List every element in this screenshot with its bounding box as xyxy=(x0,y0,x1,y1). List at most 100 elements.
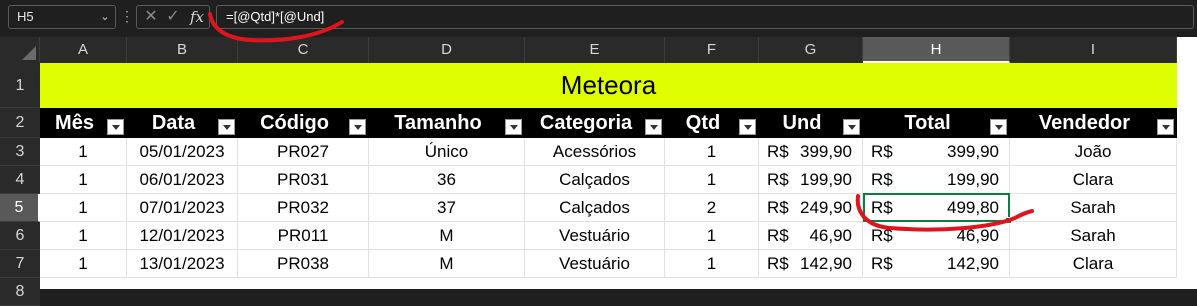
column-header-b[interactable]: B xyxy=(127,37,238,63)
cell-qtd[interactable]: 1 xyxy=(665,138,759,166)
cell-qtd[interactable]: 1 xyxy=(665,166,759,194)
cell-total[interactable]: R$ 399,90 xyxy=(863,138,1010,166)
filter-dropdown-button[interactable] xyxy=(218,119,235,135)
cell-und[interactable]: R$ 142,90 xyxy=(759,250,863,278)
cell-categoria[interactable]: Calçados xyxy=(525,194,665,222)
cell-total[interactable]: R$ 46,90 xyxy=(863,222,1010,250)
fill-handle[interactable] xyxy=(1005,217,1012,224)
cell-mes[interactable]: 1 xyxy=(40,138,127,166)
column-header-e[interactable]: E xyxy=(525,37,665,63)
currency-symbol: R$ xyxy=(767,142,789,161)
cell-data[interactable]: 07/01/2023 xyxy=(127,194,238,222)
column-header-i[interactable]: I xyxy=(1010,37,1177,63)
filter-dropdown-button[interactable] xyxy=(349,119,366,135)
amount-value: 199,90 xyxy=(800,170,852,189)
currency-symbol: R$ xyxy=(767,254,789,273)
cell-tamanho[interactable]: M xyxy=(369,250,525,278)
cell-vendedor[interactable]: Sarah xyxy=(1010,194,1177,222)
amount-value: 249,90 xyxy=(800,198,852,217)
cell-tamanho[interactable]: Único xyxy=(369,138,525,166)
currency-symbol: R$ xyxy=(767,170,789,189)
cell-codigo[interactable]: PR032 xyxy=(238,194,369,222)
filter-dropdown-button[interactable] xyxy=(107,119,124,135)
table-header-cell[interactable]: Categoria xyxy=(525,108,665,138)
amount-value: 142,90 xyxy=(947,254,999,273)
chevron-down-icon[interactable]: ⌄ xyxy=(96,5,114,29)
amount-value: 399,90 xyxy=(947,142,999,161)
cell-qtd[interactable]: 1 xyxy=(665,222,759,250)
row-header-7[interactable]: 7 xyxy=(0,250,40,278)
column-header-d[interactable]: D xyxy=(369,37,525,63)
currency-symbol: R$ xyxy=(767,198,789,217)
cell-und[interactable]: R$ 199,90 xyxy=(759,166,863,194)
amount-value: 46,90 xyxy=(809,226,852,245)
table-header-cell[interactable]: Tamanho xyxy=(369,108,525,138)
cell-tamanho[interactable]: 36 xyxy=(369,166,525,194)
cell-vendedor[interactable]: Clara xyxy=(1010,166,1177,194)
row-header-6[interactable]: 6 xyxy=(0,222,40,250)
cell-mes[interactable]: 1 xyxy=(40,222,127,250)
insert-function-icon[interactable]: fx xyxy=(186,5,208,29)
currency-symbol: R$ xyxy=(871,254,893,273)
amount-value: 399,90 xyxy=(800,142,852,161)
currency-symbol: R$ xyxy=(871,142,893,161)
select-all-icon xyxy=(22,46,36,60)
cell-tamanho[interactable]: M xyxy=(369,222,525,250)
cell-data[interactable]: 13/01/2023 xyxy=(127,250,238,278)
filter-dropdown-button[interactable] xyxy=(990,119,1007,135)
cell-codigo[interactable]: PR038 xyxy=(238,250,369,278)
cell-und[interactable]: R$ 399,90 xyxy=(759,138,863,166)
currency-symbol: R$ xyxy=(871,226,893,245)
cell-categoria[interactable]: Acessórios xyxy=(525,138,665,166)
cell-vendedor[interactable]: Clara xyxy=(1010,250,1177,278)
cell-und[interactable]: R$ 46,90 xyxy=(759,222,863,250)
row-header-3[interactable]: 3 xyxy=(0,138,40,166)
cell-codigo[interactable]: PR027 xyxy=(238,138,369,166)
table-header-cell[interactable]: Total xyxy=(863,108,1010,138)
cell-qtd[interactable]: 1 xyxy=(665,250,759,278)
filter-dropdown-button[interactable] xyxy=(739,119,756,135)
cell-qtd[interactable]: 2 xyxy=(665,194,759,222)
amount-value: 46,90 xyxy=(956,226,999,245)
currency-symbol: R$ xyxy=(871,170,893,189)
cell-tamanho[interactable]: 37 xyxy=(369,194,525,222)
cell-codigo[interactable]: PR011 xyxy=(238,222,369,250)
filter-dropdown-button[interactable] xyxy=(645,119,662,135)
cell-vendedor[interactable]: Sarah xyxy=(1010,222,1177,250)
cell-categoria[interactable]: Calçados xyxy=(525,166,665,194)
cell-vendedor[interactable]: João xyxy=(1010,138,1177,166)
formula-input[interactable]: =[@Qtd]*[@Und] xyxy=(216,5,1194,29)
more-options-icon[interactable]: ⋮ xyxy=(120,5,134,29)
cell-total[interactable]: R$ 199,90 xyxy=(863,166,1010,194)
cell-data[interactable]: 06/01/2023 xyxy=(127,166,238,194)
active-cell-border xyxy=(863,193,1010,222)
column-header-c[interactable]: C xyxy=(238,37,369,63)
cell-und[interactable]: R$ 249,90 xyxy=(759,194,863,222)
row-header-2[interactable]: 2 xyxy=(0,108,40,138)
cell-mes[interactable]: 1 xyxy=(40,194,127,222)
cell-mes[interactable]: 1 xyxy=(40,250,127,278)
cell-data[interactable]: 05/01/2023 xyxy=(127,138,238,166)
cell-categoria[interactable]: Vestuário xyxy=(525,222,665,250)
filter-dropdown-button[interactable] xyxy=(1157,119,1174,135)
currency-symbol: R$ xyxy=(767,226,789,245)
filter-dropdown-button[interactable] xyxy=(843,119,860,135)
row-header-1[interactable]: 1 xyxy=(0,63,40,108)
enter-icon[interactable]: ✓ xyxy=(164,5,182,29)
row-header-4[interactable]: 4 xyxy=(0,166,40,194)
column-header-g[interactable]: G xyxy=(759,37,863,63)
cell-codigo[interactable]: PR031 xyxy=(238,166,369,194)
column-header-f[interactable]: F xyxy=(665,37,759,63)
table-header-cell[interactable]: Vendedor xyxy=(1010,108,1177,138)
cell-data[interactable]: 12/01/2023 xyxy=(127,222,238,250)
row-header-8[interactable]: 8 xyxy=(0,278,40,306)
filter-dropdown-button[interactable] xyxy=(505,119,522,135)
cell-categoria[interactable]: Vestuário xyxy=(525,250,665,278)
sheet-title[interactable]: Meteora xyxy=(40,63,1177,108)
row-header-5[interactable]: 5 xyxy=(0,194,40,222)
column-header-a[interactable]: A xyxy=(40,37,127,63)
column-header-h[interactable]: H xyxy=(863,37,1010,63)
cell-mes[interactable]: 1 xyxy=(40,166,127,194)
cell-total[interactable]: R$ 142,90 xyxy=(863,250,1010,278)
cancel-icon[interactable]: ✕ xyxy=(142,5,160,29)
